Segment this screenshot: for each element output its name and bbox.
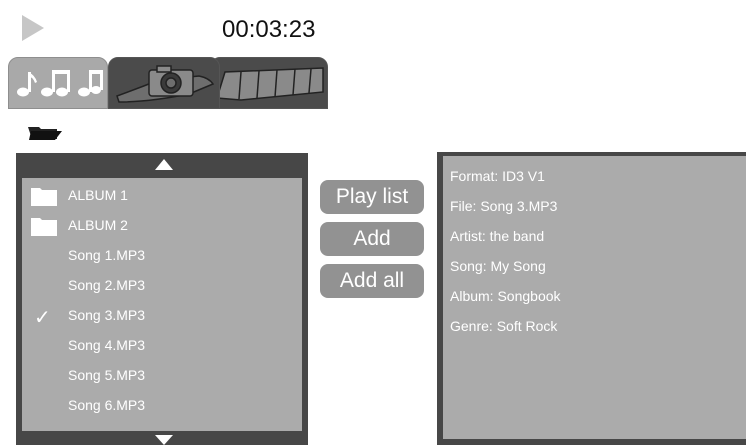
checkmark-icon: ✓ [34, 305, 51, 329]
list-item-label: ALBUM 2 [68, 217, 128, 233]
tab-video[interactable] [210, 57, 328, 109]
play-icon[interactable] [22, 15, 44, 41]
scroll-up-arrow-icon[interactable] [155, 159, 173, 170]
list-item-label: Song 4.MP3 [68, 337, 146, 353]
media-tabs [8, 57, 328, 109]
list-item-label: Song 6.MP3 [68, 397, 146, 413]
add-all-button[interactable]: Add all [320, 264, 424, 298]
play-list-button[interactable]: Play list [320, 180, 424, 214]
info-file: File: Song 3.MP3 [450, 198, 558, 214]
list-item-label: Song 1.MP3 [68, 247, 146, 263]
list-item-song-2[interactable]: Song 2.MP3 [22, 272, 302, 300]
info-song: Song: My Song [450, 258, 546, 274]
camera-icon [116, 65, 215, 103]
tab-photo[interactable] [108, 57, 220, 109]
info-genre: Genre: Soft Rock [450, 318, 558, 334]
file-list: ALBUM 1 ALBUM 2 Song 1.MP3 Song 2.MP3 ✓ … [22, 178, 302, 431]
music-notes-icon [17, 70, 103, 97]
track-info: Format: ID3 V1 File: Song 3.MP3 Artist: … [443, 156, 746, 439]
list-item-song-5[interactable]: Song 5.MP3 [22, 362, 302, 390]
info-album: Album: Songbook [450, 288, 561, 304]
tab-music[interactable] [8, 57, 108, 109]
list-item-label: Song 5.MP3 [68, 367, 146, 383]
list-item-label: Song 3.MP3 [68, 307, 146, 323]
folder-open-icon [27, 125, 63, 146]
list-item-song-3[interactable]: ✓ Song 3.MP3 [22, 302, 302, 330]
scroll-down-arrow-icon[interactable] [155, 435, 173, 445]
folder-icon [31, 188, 57, 206]
list-item-song-6[interactable]: Song 6.MP3 [22, 392, 302, 420]
info-format: Format: ID3 V1 [450, 168, 545, 184]
track-info-panel: Format: ID3 V1 File: Song 3.MP3 Artist: … [437, 152, 746, 445]
list-item-album-2[interactable]: ALBUM 2 [22, 212, 302, 240]
add-button[interactable]: Add [320, 222, 424, 256]
list-item-album-1[interactable]: ALBUM 1 [22, 182, 302, 210]
list-item-label: ALBUM 1 [68, 187, 128, 203]
list-item-song-4[interactable]: Song 4.MP3 [22, 332, 302, 360]
elapsed-time: 00:03:23 [222, 16, 316, 43]
info-artist: Artist: the band [450, 228, 545, 244]
list-item-song-1[interactable]: Song 1.MP3 [22, 242, 302, 270]
film-strip-icon [216, 67, 324, 101]
folder-icon [31, 218, 57, 236]
file-list-panel: ALBUM 1 ALBUM 2 Song 1.MP3 Song 2.MP3 ✓ … [16, 153, 308, 445]
list-item-label: Song 2.MP3 [68, 277, 146, 293]
